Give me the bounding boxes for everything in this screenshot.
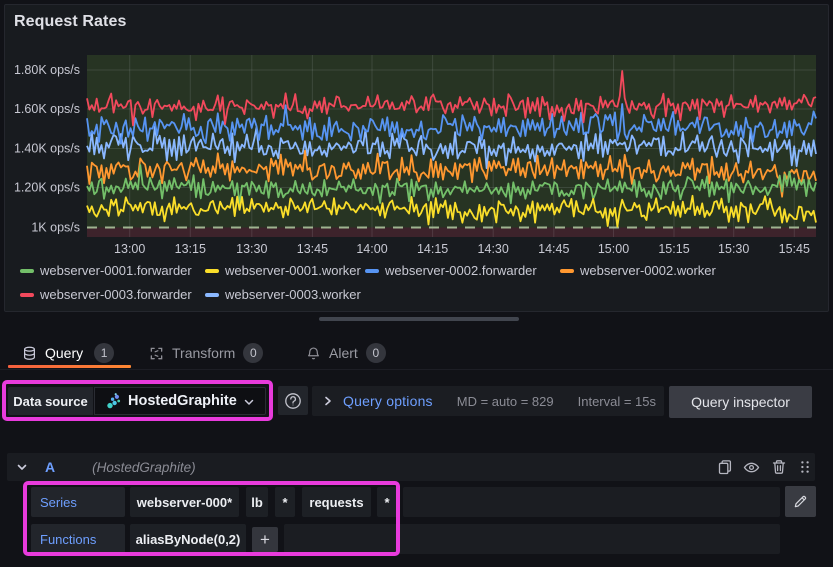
svg-text:15:00: 15:00	[598, 242, 629, 256]
svg-text:1.20K ops/s: 1.20K ops/s	[14, 181, 80, 195]
svg-text:14:45: 14:45	[538, 242, 569, 256]
svg-text:15:30: 15:30	[718, 242, 749, 256]
svg-text:13:45: 13:45	[297, 242, 328, 256]
svg-text:1K ops/s: 1K ops/s	[31, 221, 80, 235]
svg-text:14:00: 14:00	[356, 242, 387, 256]
svg-text:1.40K ops/s: 1.40K ops/s	[14, 142, 80, 156]
svg-text:15:15: 15:15	[658, 242, 689, 256]
svg-text:14:15: 14:15	[417, 242, 448, 256]
svg-text:13:30: 13:30	[236, 242, 267, 256]
svg-text:13:00: 13:00	[114, 242, 145, 256]
svg-text:13:15: 13:15	[175, 242, 206, 256]
svg-text:1.80K ops/s: 1.80K ops/s	[14, 63, 80, 77]
svg-text:1.60K ops/s: 1.60K ops/s	[14, 102, 80, 116]
svg-text:14:30: 14:30	[478, 242, 509, 256]
svg-text:15:45: 15:45	[779, 242, 810, 256]
